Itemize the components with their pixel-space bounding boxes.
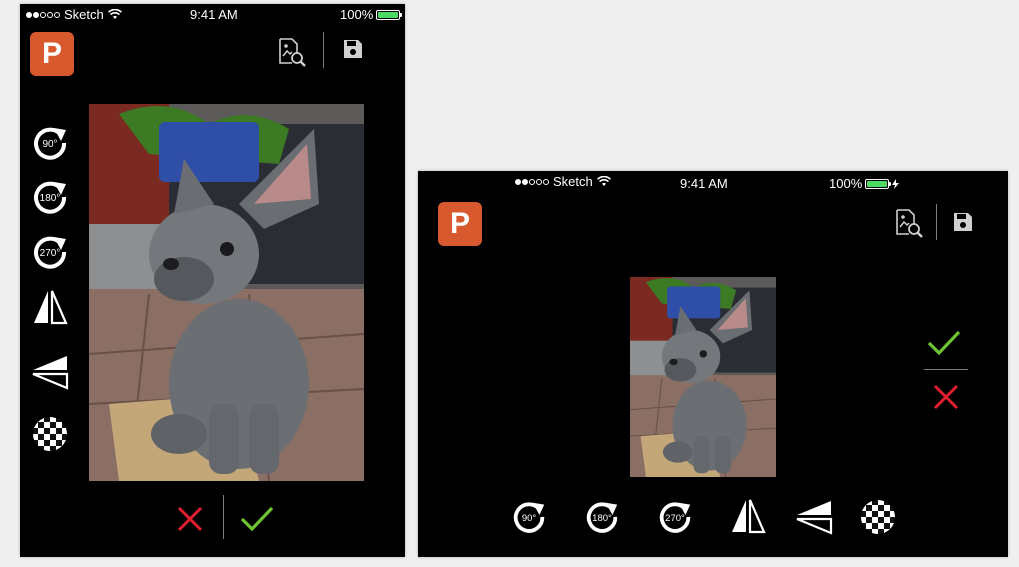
checkerboard-icon[interactable] <box>32 416 68 452</box>
action-divider <box>924 369 968 370</box>
rotate-270-label: 270° <box>665 513 685 524</box>
close-icon[interactable] <box>176 505 204 533</box>
landscape-screen: Sketch 9:41 AM 100% P 90° 180° 270° <box>418 171 1008 557</box>
save-icon[interactable] <box>952 211 974 233</box>
signal-icon <box>515 178 549 185</box>
battery-percent: 100% <box>340 7 374 22</box>
app-logo: P <box>438 202 482 246</box>
wifi-icon <box>107 9 122 19</box>
status-bar: Sketch 9:41 AM 100% <box>418 171 1008 191</box>
action-divider <box>223 495 224 539</box>
status-time: 9:41 AM <box>680 176 728 191</box>
carrier-name: Sketch <box>553 174 593 189</box>
signal-icon <box>26 11 60 18</box>
status-time: 9:41 AM <box>190 7 238 22</box>
carrier-name: Sketch <box>64 7 104 22</box>
rotate-180-label: 180° <box>592 513 612 524</box>
wifi-icon <box>596 176 611 186</box>
flip-vertical-icon[interactable] <box>31 354 69 390</box>
save-icon[interactable] <box>342 38 364 60</box>
photo-preview <box>630 277 776 477</box>
rotate-180-icon[interactable]: 180° <box>583 497 621 535</box>
rotate-180-icon[interactable]: 180° <box>30 176 70 216</box>
check-icon[interactable] <box>927 329 961 357</box>
rotate-270-icon[interactable]: 270° <box>656 497 694 535</box>
image-search-icon[interactable] <box>275 36 307 68</box>
flip-horizontal-icon[interactable] <box>730 498 766 536</box>
rotate-270-icon[interactable]: 270° <box>30 231 70 271</box>
battery-icon <box>376 9 403 20</box>
rotate-90-label: 90° <box>42 139 57 150</box>
check-icon[interactable] <box>240 505 274 533</box>
toolbar-divider <box>936 204 937 240</box>
rotate-270-label: 270° <box>40 248 61 259</box>
rotate-90-icon[interactable]: 90° <box>510 497 548 535</box>
portrait-screen: Sketch 9:41 AM 100% P 90° 180° 270° <box>20 4 405 557</box>
puppy-photo <box>89 104 364 481</box>
rotate-180-label: 180° <box>40 193 61 204</box>
app-logo: P <box>30 32 74 76</box>
flip-horizontal-icon[interactable] <box>32 289 68 327</box>
rotate-90-icon[interactable]: 90° <box>30 122 70 162</box>
image-search-icon[interactable] <box>892 207 924 239</box>
close-icon[interactable] <box>932 383 960 411</box>
flip-vertical-icon[interactable] <box>795 499 833 535</box>
status-bar: Sketch 9:41 AM 100% <box>20 4 405 24</box>
checkerboard-icon[interactable] <box>860 499 896 535</box>
battery-percent: 100% <box>829 176 863 191</box>
battery-icon <box>865 178 892 189</box>
photo-preview <box>89 104 364 481</box>
rotate-90-label: 90° <box>522 513 537 524</box>
toolbar-divider <box>323 32 324 68</box>
charging-icon <box>892 178 900 189</box>
puppy-photo <box>630 277 776 477</box>
